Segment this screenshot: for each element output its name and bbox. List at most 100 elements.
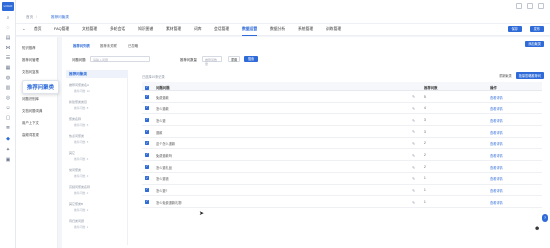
- edit-icon[interactable]: ✎: [412, 129, 415, 134]
- row-checkbox[interactable]: [145, 140, 149, 146]
- submenu-item[interactable]: 文档问题词典: [22, 108, 42, 113]
- nav-session[interactable]: 会话管理: [214, 27, 229, 32]
- nav-analytics[interactable]: 数据分析: [270, 27, 285, 32]
- category-item[interactable]: 新建聚类类目: [69, 100, 87, 104]
- nav-home[interactable]: 首页: [34, 27, 42, 32]
- nav-docs[interactable]: 文档管理: [82, 27, 97, 32]
- nav-data-ops[interactable]: 数据运营: [242, 27, 258, 36]
- layers-icon[interactable]: ≣: [5, 126, 11, 131]
- bulb-icon[interactable]: ◍: [5, 76, 11, 81]
- share-icon[interactable]: ⋈: [5, 46, 11, 51]
- count-input[interactable]: 推荐问数量: [202, 56, 222, 66]
- save-button[interactable]: 保存: [507, 26, 522, 32]
- target-icon[interactable]: ◎: [5, 96, 11, 101]
- edit-icon[interactable]: ✎: [412, 118, 415, 123]
- help-icon[interactable]: [527, 3, 533, 9]
- submenu-item[interactable]: 用户上下文: [22, 120, 39, 125]
- edit-icon[interactable]: ✎: [412, 94, 415, 99]
- view-detail-link[interactable]: 查看详情: [490, 141, 503, 146]
- edit-icon[interactable]: ✎: [412, 153, 415, 158]
- batch-ignore-button[interactable]: 批量忽略推荐问: [515, 72, 544, 79]
- grid-icon[interactable]: ▦: [5, 66, 11, 71]
- assistant-robot-icon[interactable]: ☻: [534, 226, 540, 232]
- settings-icon[interactable]: ✦: [5, 148, 11, 153]
- nav-training[interactable]: 训练管理: [326, 27, 341, 32]
- nav-back-icon[interactable]: ←: [22, 27, 26, 31]
- row-checkbox[interactable]: [145, 199, 149, 204]
- submenu-item[interactable]: 问题识别库: [22, 96, 39, 101]
- category-item[interactable]: 聚类名称: [69, 117, 81, 121]
- publish-button[interactable]: 发布: [529, 26, 544, 32]
- list-icon[interactable]: ☰: [5, 56, 11, 61]
- reset-button[interactable]: 重置: [228, 56, 240, 62]
- category-item[interactable]: 其它聚类B: [69, 202, 83, 206]
- category-item[interactable]: 常问聚类: [69, 168, 81, 172]
- row-checkbox[interactable]: [145, 94, 149, 99]
- row-checkbox[interactable]: [145, 117, 149, 122]
- view-detail-link[interactable]: 查看详情: [490, 118, 503, 123]
- submenu-item[interactable]: 高频词发现: [22, 132, 39, 137]
- app-logo[interactable]: LOGO: [2, 2, 14, 11]
- view-detail-link[interactable]: 查看详情: [490, 165, 503, 170]
- chart-icon[interactable]: ▥: [5, 86, 11, 91]
- book-icon[interactable]: ▢: [5, 116, 11, 121]
- category-item[interactable]: 热点问聚类: [69, 134, 84, 138]
- view-detail-link[interactable]: 查看详情: [490, 106, 503, 111]
- table-row: 这个怎么退款 ✎ 2 查看详情: [142, 138, 542, 150]
- row-checkbox[interactable]: [145, 129, 149, 134]
- apps-icon[interactable]: ▣: [5, 158, 11, 163]
- edit-icon[interactable]: ✎: [412, 176, 415, 181]
- help-float-button[interactable]: ?: [542, 214, 548, 222]
- row-checkbox[interactable]: [145, 152, 149, 157]
- category-item[interactable]: 其它: [69, 151, 75, 155]
- top-bar: 首页 / 推荐问聚类: [16, 0, 550, 24]
- user-avatar-icon[interactable]: [538, 3, 544, 9]
- nav-system[interactable]: 系统管理: [298, 27, 313, 32]
- category-item[interactable]: 推荐问聚类名A: [69, 83, 89, 87]
- category-item[interactable]: 待归类问题: [69, 219, 84, 223]
- submenu-item[interactable]: 推荐问管理: [22, 57, 39, 62]
- data-ops-icon[interactable]: ◆: [5, 137, 11, 142]
- edit-icon[interactable]: ✎: [412, 165, 415, 170]
- chat-icon[interactable]: ◌: [5, 26, 11, 31]
- nav-kg[interactable]: 知识图谱: [138, 27, 153, 32]
- submenu-item[interactable]: 知识推荐: [22, 45, 36, 50]
- tab-ignored[interactable]: 已忽略: [128, 43, 138, 48]
- search-button[interactable]: 搜索: [244, 56, 258, 62]
- view-detail-link[interactable]: 查看详情: [490, 188, 503, 193]
- category-head[interactable]: 推荐问聚类: [66, 70, 128, 78]
- user-icon[interactable]: ☺: [5, 106, 11, 111]
- search-icon[interactable]: ⌕: [5, 16, 11, 21]
- category-item[interactable]: 高频问聚类名称: [69, 185, 90, 189]
- tab-recommend-list[interactable]: 推荐问列表: [73, 43, 90, 48]
- select-all-checkbox[interactable]: [145, 85, 149, 90]
- notification-icon[interactable]: [516, 3, 522, 9]
- add-cluster-button[interactable]: 添加聚类: [525, 41, 544, 47]
- submenu-item[interactable]: 文档问复核: [22, 69, 39, 74]
- table-row: 怎么退款 ✎ 4 查看详情: [142, 103, 542, 115]
- edit-icon[interactable]: ✎: [412, 200, 415, 205]
- view-detail-link[interactable]: 查看详情: [490, 200, 503, 205]
- recluster-button[interactable]: 重新聚类: [499, 73, 512, 78]
- row-checkbox[interactable]: [145, 187, 149, 193]
- nav-multiturn[interactable]: 多轮会话: [110, 27, 125, 32]
- tab-unlinked[interactable]: 推荐未关联: [100, 43, 117, 48]
- view-detail-link[interactable]: 查看详情: [490, 95, 503, 100]
- edit-icon[interactable]: ✎: [412, 141, 415, 146]
- nav-lexicon[interactable]: 词库: [194, 27, 202, 32]
- doc-icon[interactable]: ▤: [5, 36, 11, 41]
- row-checkbox[interactable]: [145, 164, 149, 169]
- question-input[interactable]: 请输入问题: [90, 56, 150, 62]
- submenu-item-active[interactable]: 推荐问聚类: [22, 80, 59, 94]
- row-checkbox[interactable]: [145, 176, 149, 181]
- nav-assets[interactable]: 素材管理: [166, 27, 181, 32]
- view-detail-link[interactable]: 查看详情: [490, 176, 503, 181]
- edit-icon[interactable]: ✎: [412, 188, 415, 193]
- row-checkbox[interactable]: [145, 105, 149, 111]
- nav-faq[interactable]: FAQ管理: [54, 27, 69, 32]
- view-detail-link[interactable]: 查看详情: [490, 153, 503, 158]
- table-row: 免费退款 ✎ 5 查看详情: [142, 91, 542, 103]
- breadcrumb-home[interactable]: 首页: [26, 15, 33, 20]
- view-detail-link[interactable]: 查看详情: [490, 130, 503, 135]
- edit-icon[interactable]: ✎: [412, 106, 415, 111]
